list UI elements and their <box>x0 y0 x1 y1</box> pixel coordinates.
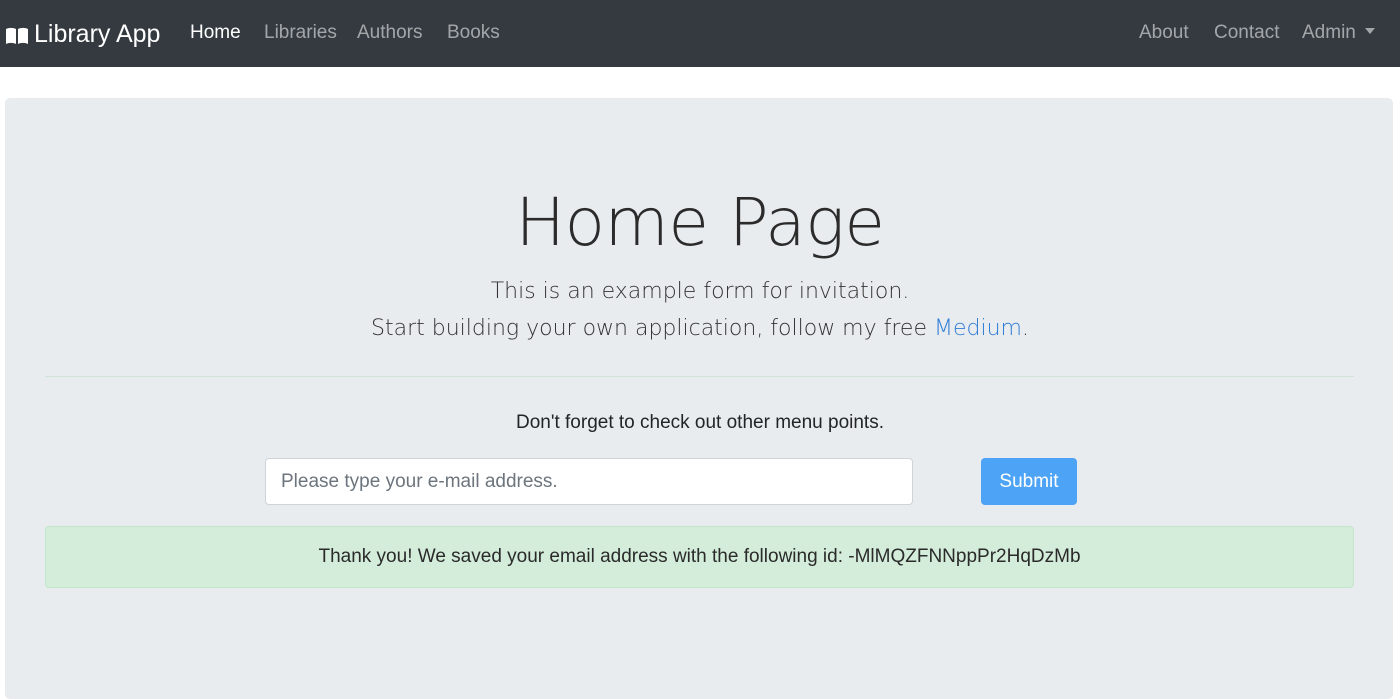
lead-text-2: Start building your own application, fol… <box>0 314 1400 344</box>
success-alert-text: Thank you! We saved your email address w… <box>318 546 1081 567</box>
nav-about[interactable]: About <box>1139 20 1189 46</box>
top-navbar: Library App Home Libraries Authors Books… <box>0 0 1400 67</box>
nav-admin-label: Admin <box>1302 22 1356 43</box>
nav-authors[interactable]: Authors <box>357 20 422 46</box>
nav-admin-dropdown[interactable]: Admin <box>1302 20 1375 46</box>
divider <box>45 376 1354 377</box>
nav-contact[interactable]: Contact <box>1214 20 1279 46</box>
submit-button[interactable]: Submit <box>981 458 1077 505</box>
page-title: Home Page <box>515 184 885 261</box>
lead-text-2-suffix: . <box>1021 316 1029 341</box>
open-book-icon <box>5 24 29 44</box>
email-input[interactable] <box>265 458 913 505</box>
caret-down-icon <box>1364 28 1375 34</box>
brand-label: Library App <box>34 19 161 48</box>
medium-link[interactable]: Medium <box>934 316 1022 341</box>
brand-link[interactable]: Library App <box>5 19 160 49</box>
lead-text-2-prefix: Start building your own application, fol… <box>371 316 934 341</box>
menu-hint-text: Don't forget to check out other menu poi… <box>515 412 884 433</box>
nav-books[interactable]: Books <box>447 20 500 46</box>
success-alert: Thank you! We saved your email address w… <box>45 526 1354 588</box>
nav-home[interactable]: Home <box>190 20 241 46</box>
lead-text-1: This is an example form for invitation. <box>490 279 910 304</box>
nav-libraries[interactable]: Libraries <box>264 20 337 46</box>
